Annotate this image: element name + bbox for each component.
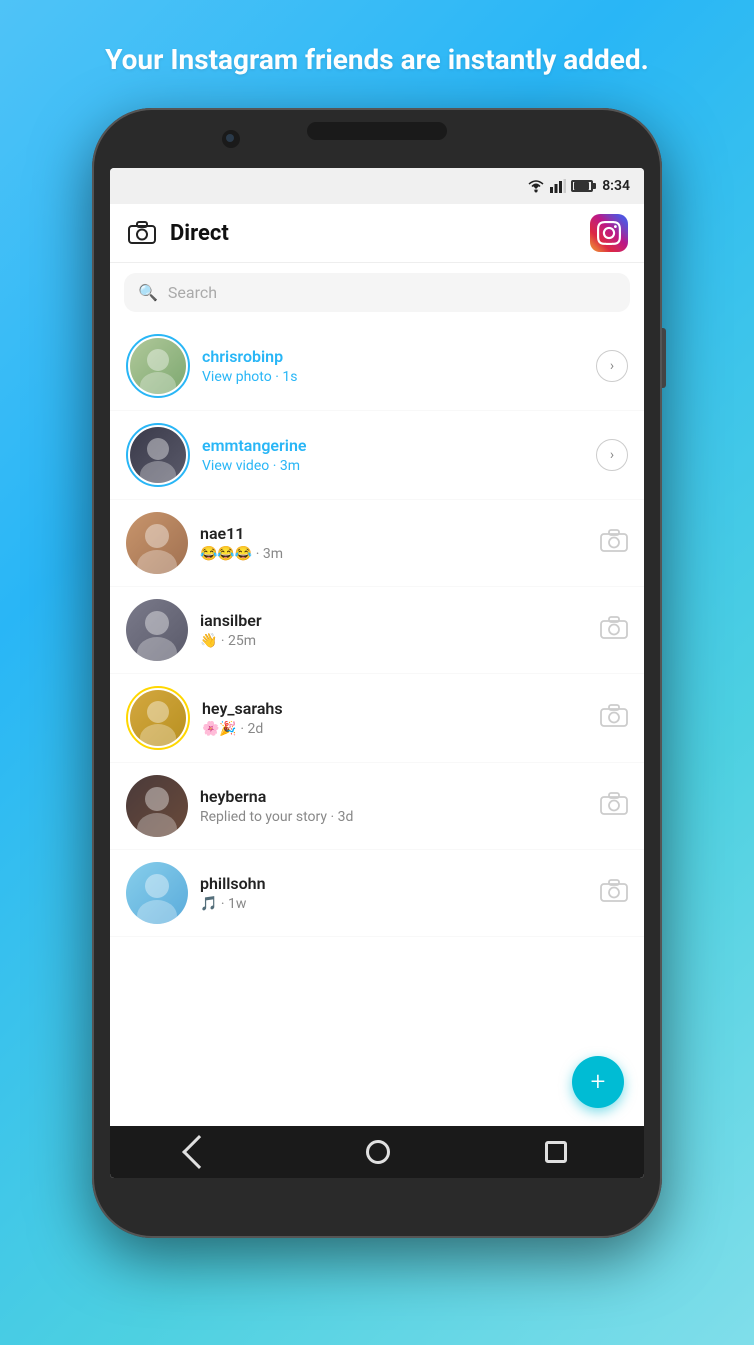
message-content: iansilber 👋 · 25m	[200, 611, 588, 649]
header-title: Direct	[170, 221, 229, 246]
camera-action-icon	[600, 704, 628, 728]
search-input-wrapper[interactable]: 🔍 Search	[124, 273, 630, 312]
message-item[interactable]: phillsohn 🎵 · 1w	[110, 850, 644, 937]
battery-icon	[571, 180, 593, 192]
message-username: phillsohn	[200, 874, 588, 893]
search-icon: 🔍	[138, 283, 158, 302]
message-username: iansilber	[200, 611, 588, 630]
message-action[interactable]: ›	[596, 439, 628, 471]
camera-action-icon	[600, 529, 628, 553]
phone-speaker	[307, 122, 447, 140]
phone-mockup: 8:34 Direct	[92, 108, 662, 1238]
message-content: hey_sarahs 🌸🎉 · 2d	[202, 699, 588, 737]
message-username: nae11	[200, 524, 588, 543]
message-item[interactable]: nae11 😂😂😂 · 3m	[110, 500, 644, 587]
message-preview: View photo · 1s	[202, 369, 584, 385]
avatar-wrapper	[126, 512, 188, 574]
message-preview: 🎵 · 1w	[200, 896, 588, 912]
view-action-button[interactable]: ›	[596, 350, 628, 382]
message-item[interactable]: heyberna Replied to your story · 3d	[110, 763, 644, 850]
instagram-logo-button[interactable]	[590, 214, 628, 252]
app-header: Direct	[110, 204, 644, 263]
message-username: hey_sarahs	[202, 699, 588, 718]
view-action-button[interactable]: ›	[596, 439, 628, 471]
avatar-wrapper	[126, 686, 190, 750]
message-preview: 🌸🎉 · 2d	[202, 721, 588, 737]
message-username: chrisrobinp	[202, 347, 584, 366]
instagram-icon	[597, 221, 621, 245]
compose-fab-button[interactable]: +	[572, 1056, 624, 1108]
page-headline: Your Instagram friends are instantly add…	[45, 0, 709, 108]
avatar-wrapper	[126, 334, 190, 398]
home-nav-button[interactable]	[366, 1140, 390, 1164]
message-preview: View video · 3m	[202, 458, 584, 474]
message-item[interactable]: hey_sarahs 🌸🎉 · 2d	[110, 674, 644, 763]
message-content: heyberna Replied to your story · 3d	[200, 787, 588, 825]
message-action	[600, 529, 628, 557]
search-placeholder-text: Search	[168, 283, 217, 302]
message-preview: 😂😂😂 · 3m	[200, 546, 588, 562]
message-preview: 👋 · 25m	[200, 633, 588, 649]
avatar	[130, 427, 186, 483]
message-content: phillsohn 🎵 · 1w	[200, 874, 588, 912]
camera-action-icon	[600, 792, 628, 816]
message-action	[600, 616, 628, 644]
messages-list: chrisrobinp View photo · 1s ›	[110, 322, 644, 1126]
camera-action-icon	[600, 879, 628, 903]
avatar-wrapper	[126, 862, 188, 924]
camera-button[interactable]	[126, 217, 158, 249]
bottom-navigation	[110, 1126, 644, 1178]
avatar	[126, 512, 188, 574]
phone-camera	[222, 130, 240, 148]
phone-screen: 8:34 Direct	[110, 168, 644, 1178]
message-action	[600, 879, 628, 907]
message-action[interactable]: ›	[596, 350, 628, 382]
message-item[interactable]: chrisrobinp View photo · 1s ›	[110, 322, 644, 411]
message-action	[600, 792, 628, 820]
avatar-wrapper	[126, 423, 190, 487]
search-bar[interactable]: 🔍 Search	[110, 263, 644, 322]
avatar	[126, 862, 188, 924]
avatar	[126, 599, 188, 661]
signal-icon	[550, 179, 566, 193]
avatar	[130, 338, 186, 394]
avatar	[126, 775, 188, 837]
camera-icon	[128, 221, 156, 245]
message-item[interactable]: emmtangerine View video · 3m ›	[110, 411, 644, 500]
avatar-wrapper	[126, 775, 188, 837]
message-content: emmtangerine View video · 3m	[202, 436, 584, 474]
wifi-icon	[527, 179, 545, 193]
message-content: nae11 😂😂😂 · 3m	[200, 524, 588, 562]
message-item[interactable]: iansilber 👋 · 25m	[110, 587, 644, 674]
message-preview: Replied to your story · 3d	[200, 809, 588, 825]
message-username: emmtangerine	[202, 436, 584, 455]
status-icons: 8:34	[527, 178, 630, 194]
header-left: Direct	[126, 217, 229, 249]
message-username: heyberna	[200, 787, 588, 806]
recents-nav-button[interactable]	[545, 1141, 567, 1163]
message-content: chrisrobinp View photo · 1s	[202, 347, 584, 385]
back-nav-button[interactable]	[182, 1135, 216, 1169]
avatar-wrapper	[126, 599, 188, 661]
avatar	[130, 690, 186, 746]
status-time: 8:34	[602, 178, 630, 194]
message-action	[600, 704, 628, 732]
status-bar: 8:34	[110, 168, 644, 204]
camera-action-icon	[600, 616, 628, 640]
